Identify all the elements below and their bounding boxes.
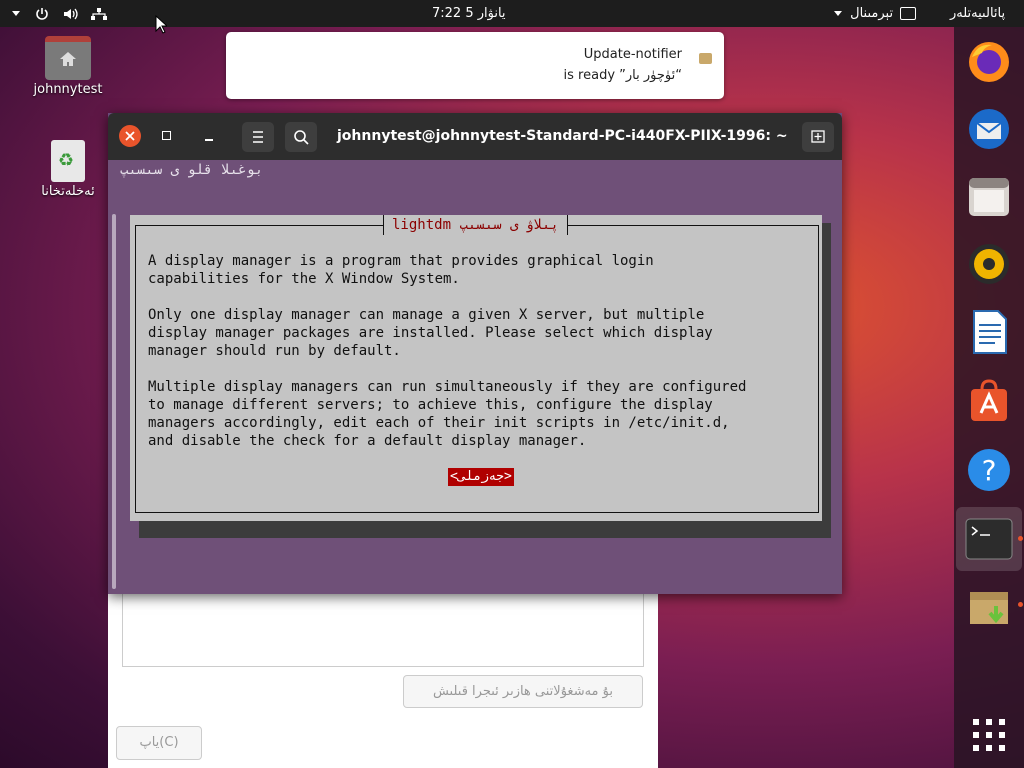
- firefox-icon[interactable]: [964, 37, 1014, 87]
- run-now-button[interactable]: بۇ مەشغۇلاتنى ھازىر ئىجرا قىلىش: [403, 675, 643, 708]
- new-tab-icon: [811, 130, 825, 143]
- menu-button[interactable]: [242, 122, 274, 152]
- dock: ?: [954, 27, 1024, 768]
- hamburger-icon: [253, 131, 263, 143]
- terminal-small-icon: [900, 7, 917, 20]
- show-apps-icon[interactable]: [964, 710, 1014, 760]
- libreoffice-writer-icon[interactable]: [964, 307, 1014, 357]
- desktop-trash[interactable]: ♻ ئەخلەتخانا: [23, 140, 113, 199]
- config-dialog-title: lightdm پىلاۋ ى سىسىپ: [383, 215, 568, 235]
- package-icon: [699, 53, 712, 64]
- close-window-button[interactable]: [119, 125, 141, 147]
- minimize-window-button[interactable]: [202, 129, 216, 143]
- running-indicator: [1018, 536, 1023, 541]
- minimize-icon: [205, 139, 213, 141]
- terminal-scrollbar[interactable]: [112, 214, 116, 589]
- activities-button[interactable]: پائالىيەتلەر: [950, 0, 1005, 27]
- text-area[interactable]: [122, 588, 644, 667]
- help-icon[interactable]: ?: [964, 445, 1014, 495]
- power-icon[interactable]: [34, 0, 50, 27]
- search-button[interactable]: [285, 122, 317, 152]
- desktop-trash-label: ئەخلەتخانا: [41, 184, 95, 199]
- whiptail-shadow-side: [822, 223, 831, 521]
- notification-banner[interactable]: Update-notifier is ready ”ئۈچۈر بار“: [226, 32, 724, 99]
- new-tab-button[interactable]: [802, 122, 834, 152]
- trash-icon: ♻: [51, 140, 85, 182]
- notification-title: Update-notifier: [583, 47, 682, 62]
- maximize-window-button[interactable]: [160, 129, 174, 143]
- terminal-title: johnnytest@johnnytest-Standard-PC-i440FX…: [337, 128, 788, 144]
- terminal-body[interactable]: بوغىلا قلو ى سىسىپ lightdm پىلاۋ ى سىسىپ…: [108, 160, 842, 594]
- rhythmbox-icon[interactable]: [964, 239, 1014, 289]
- chevron-down-icon: [12, 11, 20, 16]
- mouse-cursor: [155, 14, 169, 39]
- running-indicator: [1018, 602, 1023, 607]
- notification-body: is ready ”ئۈچۈر بار“: [563, 68, 682, 83]
- files-icon[interactable]: [964, 172, 1014, 222]
- terminal-icon[interactable]: [956, 507, 1022, 571]
- terminal-output-line: بوغىلا قلو ى سىسىپ: [120, 162, 264, 178]
- network-icon[interactable]: [90, 0, 108, 27]
- ok-button[interactable]: <جەزملى>: [448, 468, 514, 486]
- top-bar: 7:22 5 يانۋار تېرمىنال پائالىيەتلەر: [0, 0, 1024, 27]
- whiptail-shadow: [139, 521, 831, 538]
- clock[interactable]: 7:22 5 يانۋار: [432, 0, 506, 27]
- ubuntu-software-icon[interactable]: [964, 375, 1014, 425]
- chevron-down-icon: [834, 11, 842, 16]
- system-menu-caret[interactable]: [12, 0, 20, 27]
- app-menu-label: تېرمىنال: [850, 6, 894, 21]
- config-dialog-text: A display manager is a program that prov…: [148, 253, 747, 449]
- desktop-home-folder[interactable]: johnnytest: [23, 36, 113, 97]
- home-folder-icon: [45, 36, 91, 80]
- close-icon: [125, 131, 135, 141]
- maximize-icon: [162, 131, 171, 140]
- desktop-home-label: johnnytest: [33, 82, 103, 97]
- close-button[interactable]: ياپ(C): [116, 726, 202, 760]
- terminal-window: johnnytest@johnnytest-Standard-PC-i440FX…: [108, 113, 842, 594]
- terminal-headerbar[interactable]: johnnytest@johnnytest-Standard-PC-i440FX…: [108, 113, 842, 160]
- config-dialog-frame: lightdm پىلاۋ ى سىسىپ A display manager …: [135, 215, 819, 513]
- search-icon: [294, 130, 309, 145]
- thunderbird-icon[interactable]: [964, 104, 1014, 154]
- app-menu[interactable]: تېرمىنال: [834, 0, 917, 27]
- software-updater-icon[interactable]: [964, 582, 1014, 632]
- svg-text:?: ?: [982, 454, 997, 487]
- volume-icon[interactable]: [62, 0, 80, 27]
- config-dialog: lightdm پىلاۋ ى سىسىپ A display manager …: [130, 215, 822, 521]
- background-dialog: بۇ مەشغۇلاتنى ھازىر ئىجرا قىلىش ياپ(C): [108, 588, 658, 768]
